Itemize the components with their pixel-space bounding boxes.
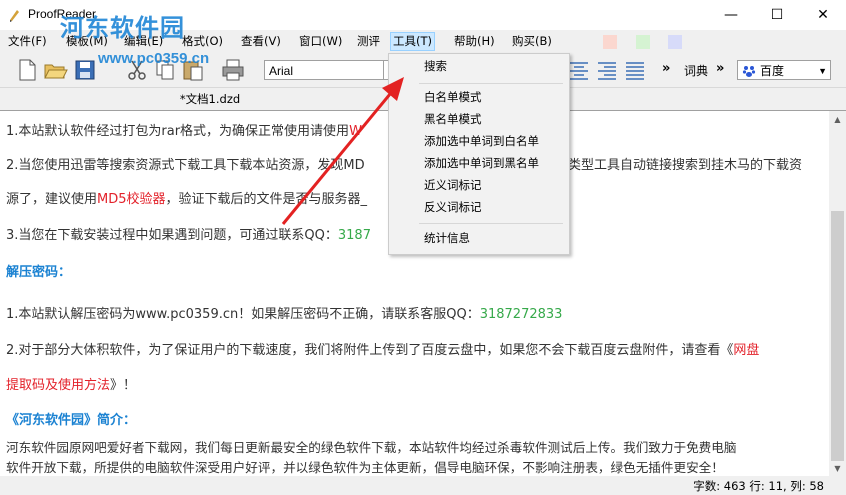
heading-intro: 《河东软件园》简介： <box>6 413 137 428</box>
scroll-down-icon[interactable]: ▼ <box>829 460 846 477</box>
paragraph-5: 1.本站默认解压密码为www.pc0359.cn！如果解压密码不正确，请联系客服… <box>6 307 563 322</box>
menu-view[interactable]: 查看(V) <box>239 33 283 50</box>
tools-dropdown-menu: 搜索 白名单模式 黑名单模式 添加选中单词到白名单 添加选中单词到黑名单 近义词… <box>388 53 570 255</box>
scroll-up-icon[interactable]: ▲ <box>829 111 846 128</box>
scroll-thumb[interactable] <box>831 211 844 461</box>
menu-file[interactable]: 文件(F) <box>6 33 49 50</box>
app-icon <box>10 10 19 22</box>
chevron-down-icon: ▼ <box>818 66 827 76</box>
open-folder-icon[interactable] <box>42 57 68 83</box>
menu-format[interactable]: 格式(O) <box>180 33 225 50</box>
menu-review[interactable]: 测评 <box>355 33 382 50</box>
color-swatch-red[interactable] <box>603 34 617 49</box>
menu-item-antonym-mark[interactable]: 反义词标记 <box>389 197 569 218</box>
overflow-chevron-icon-2[interactable]: » <box>716 61 724 76</box>
tab-document[interactable]: *文档1.dzd <box>110 89 310 109</box>
search-engine-selector[interactable]: 百度 ▼ <box>737 60 831 80</box>
menu-buy[interactable]: 购买(B) <box>510 33 554 50</box>
paragraph-2: 2.当您使用迅雷等搜索资源式下载工具下载本站资源，发现MD 类型工具自动链接搜索到… <box>6 158 803 173</box>
font-selector-value: Arial <box>269 64 294 78</box>
paragraph-9: 软件开放下载，所提供的电脑软件深受用户好评，并以绿色软件为主体更新，倡导电脑环保… <box>6 460 724 475</box>
search-engine-value: 百度 <box>760 64 785 78</box>
align-right-icon[interactable] <box>594 57 620 83</box>
menu-item-add-whitelist[interactable]: 添加选中单词到白名单 <box>389 131 569 152</box>
heading-password: 解压密码： <box>6 265 72 280</box>
watermark-site-url: www.pc0359.cn <box>98 50 210 67</box>
menu-item-blacklist-mode[interactable]: 黑名单模式 <box>389 109 569 130</box>
paragraph-4: 3.当您在下载安装过程中如果遇到问题，可通过联系QQ：3187 <box>6 228 371 243</box>
status-text: 字数: 463 行: 11, 列: 58 <box>693 479 824 493</box>
menu-help[interactable]: 帮助(H) <box>452 33 497 50</box>
menu-item-whitelist-mode[interactable]: 白名单模式 <box>389 87 569 108</box>
print-icon[interactable] <box>220 57 246 83</box>
save-icon[interactable] <box>72 57 98 83</box>
overflow-chevron-icon[interactable]: » <box>662 61 670 76</box>
menu-separator <box>419 83 563 84</box>
maximize-button[interactable]: ☐ <box>754 0 800 30</box>
paragraph-3: 源了，建议使用MD5校验器，验证下载后的文件是否与服务器_ <box>6 192 368 207</box>
menu-item-search[interactable]: 搜索 <box>389 56 569 77</box>
watermark-site-name: 河东软件园 <box>60 14 185 42</box>
paw-icon <box>742 66 756 77</box>
color-swatch-blue[interactable] <box>668 34 682 49</box>
paragraph-8: 河东软件园原网吧爱好者下载网，我们每日更新最安全的绿色软件下载，本站软件均经过杀… <box>6 440 737 455</box>
paragraph-6: 2.对于部分大体积软件，为了保证用户的下载速度，我们将附件上传到了百度云盘中，如… <box>6 343 760 358</box>
new-document-icon[interactable] <box>14 57 40 83</box>
menu-window[interactable]: 窗口(W) <box>297 33 344 50</box>
minimize-button[interactable]: — <box>708 0 754 30</box>
menu-item-synonym-mark[interactable]: 近义词标记 <box>389 175 569 196</box>
vertical-scrollbar[interactable]: ▲ ▼ <box>829 111 846 477</box>
close-button[interactable]: ✕ <box>800 0 846 30</box>
menu-item-statistics[interactable]: 统计信息 <box>389 228 569 249</box>
menu-item-add-blacklist[interactable]: 添加选中单词到黑名单 <box>389 153 569 174</box>
paragraph-1: 1.本站默认软件经过打包为rar格式，为确保正常使用请使用W <box>6 124 362 139</box>
font-selector[interactable]: Arial <box>264 60 384 80</box>
align-justify-icon[interactable] <box>622 57 648 83</box>
menu-tools[interactable]: 工具(T) <box>390 32 435 51</box>
dictionary-button[interactable]: 词典 <box>684 62 708 79</box>
color-swatch-green[interactable] <box>636 34 650 49</box>
menu-separator-2 <box>419 223 563 224</box>
paragraph-7: 提取码及使用方法》！ <box>6 378 137 393</box>
status-bar: 字数: 463 行: 11, 列: 58 <box>0 476 846 495</box>
